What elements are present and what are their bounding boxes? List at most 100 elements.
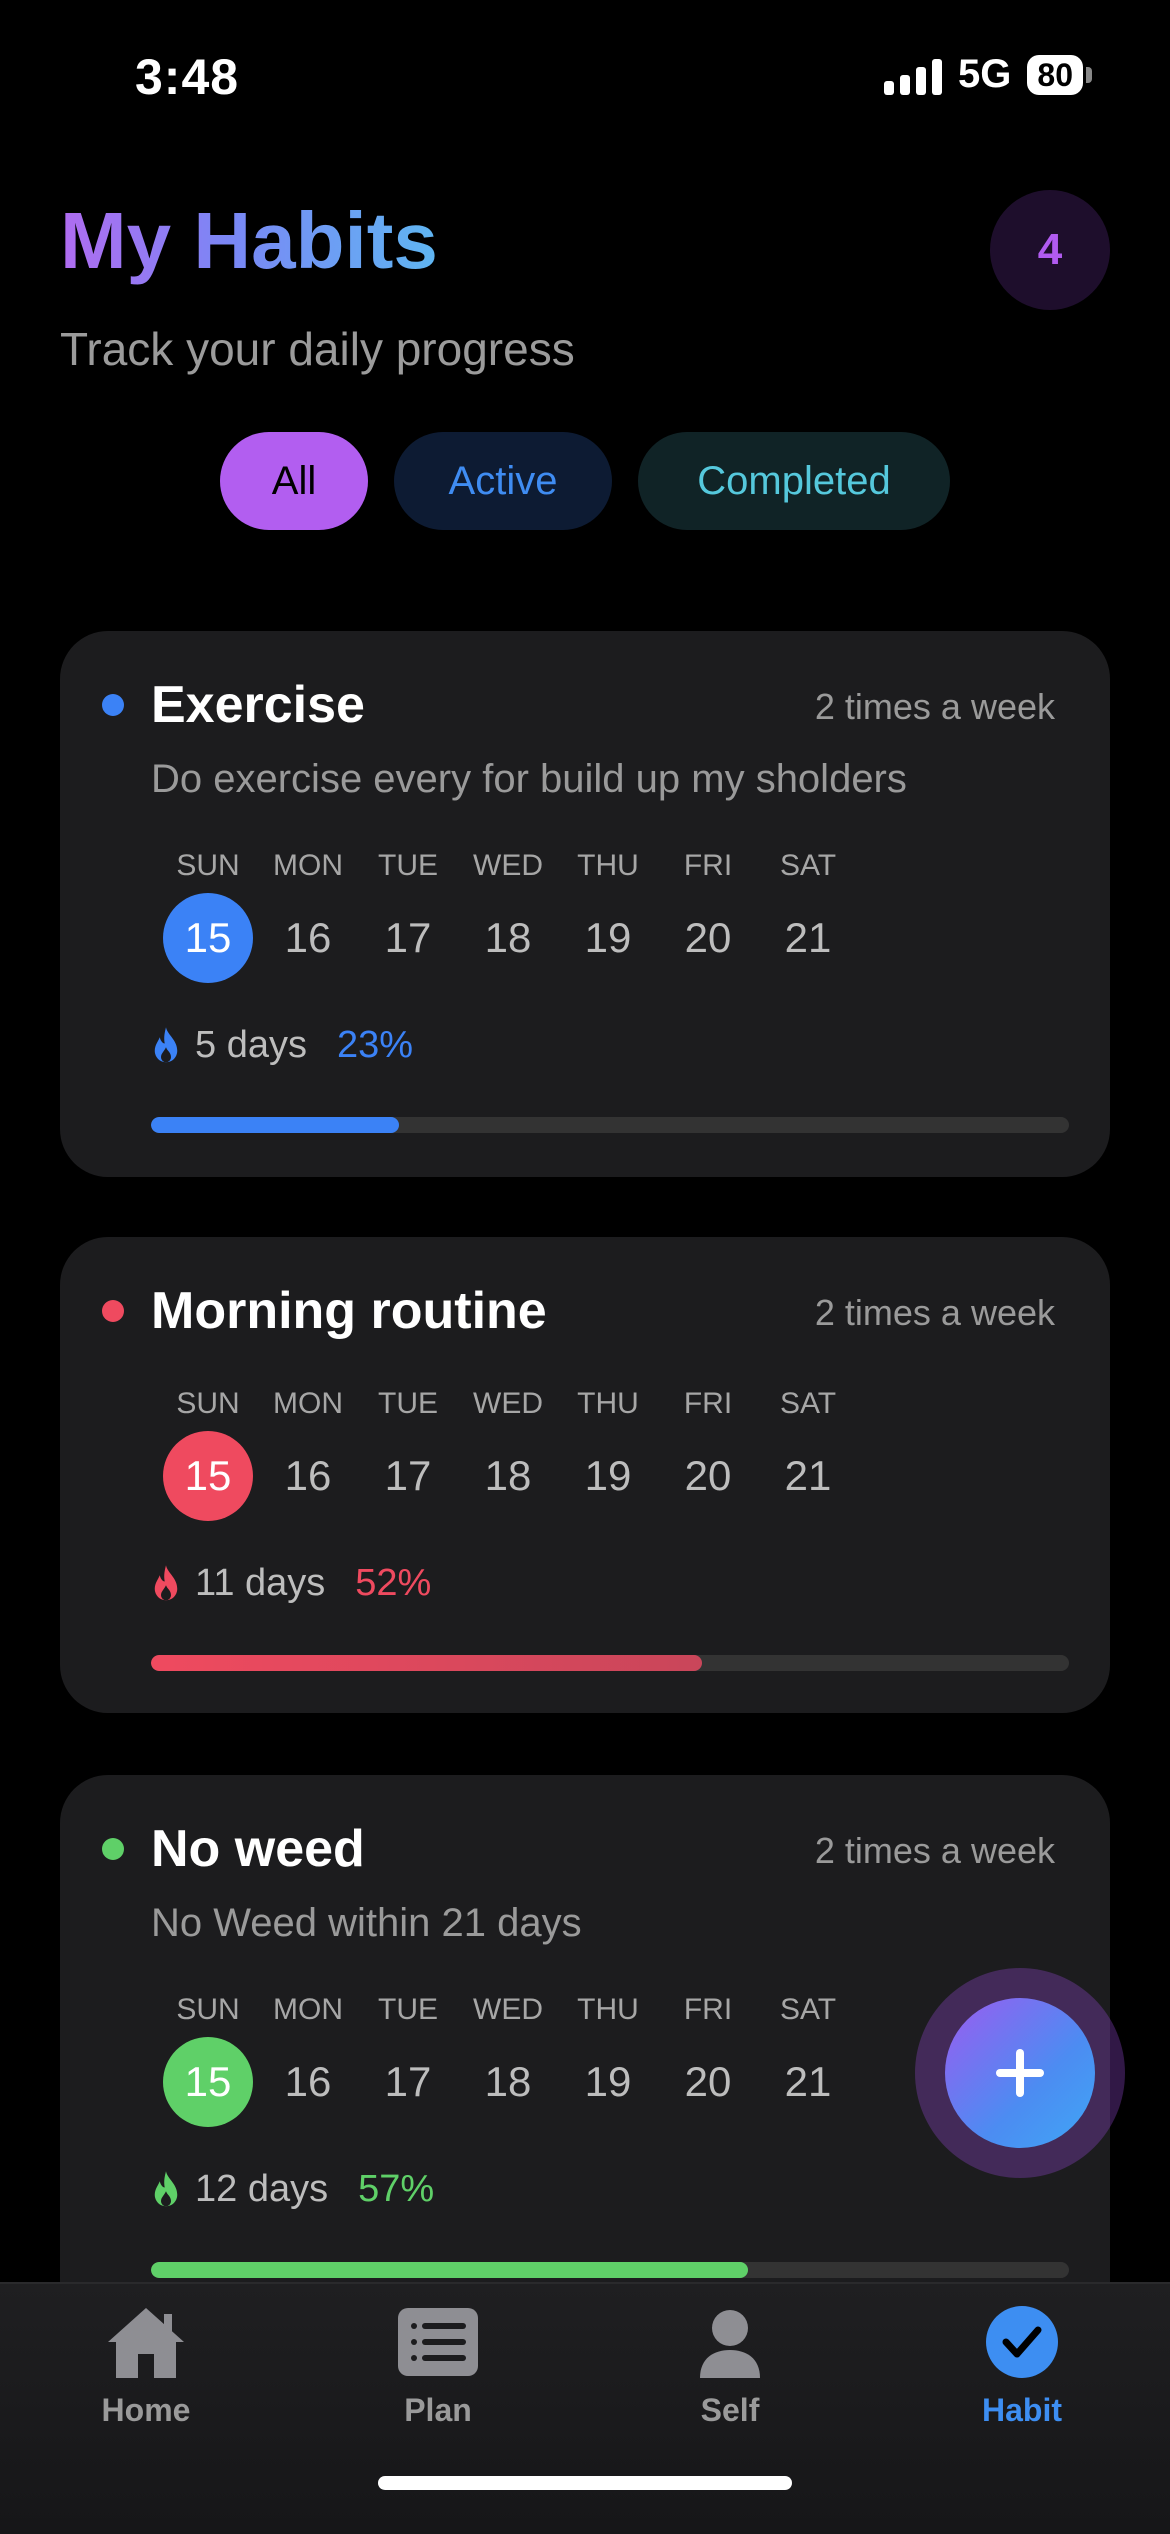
- habit-description: No Weed within 21 days: [151, 1901, 582, 1945]
- day-sat[interactable]: SAT 21: [751, 1387, 865, 1521]
- percent-label: 52%: [355, 1562, 432, 1604]
- habit-stats: 5 days 23%: [151, 1024, 413, 1067]
- progress-track: [151, 1117, 1069, 1133]
- habit-color-dot: [102, 694, 124, 716]
- day-sat[interactable]: SAT 21: [751, 1993, 865, 2127]
- day-number: 20: [684, 2058, 732, 2105]
- habit-card-morning-routine[interactable]: Morning routine 2 times a week SUN 15 MON…: [60, 1237, 1110, 1713]
- day-thu[interactable]: THU 19: [551, 1993, 665, 2127]
- day-name: SUN: [176, 1387, 240, 1420]
- percent-label: 57%: [358, 2168, 435, 2210]
- flame-icon: [154, 1026, 178, 1062]
- tab-plan[interactable]: Plan: [338, 2302, 538, 2429]
- progress-fill: [151, 1117, 399, 1133]
- streak-label: 5 days: [195, 1024, 307, 1066]
- day-wed[interactable]: WED 18: [451, 1993, 565, 2127]
- filter-completed-button[interactable]: Completed: [638, 432, 950, 530]
- day-tue[interactable]: TUE 17: [351, 1993, 465, 2127]
- day-name: SUN: [176, 1993, 240, 2026]
- day-fri[interactable]: FRI 20: [651, 849, 765, 983]
- day-number: 20: [684, 1452, 732, 1499]
- progress-track: [151, 2262, 1069, 2278]
- day-name: SAT: [779, 1993, 837, 2026]
- day-name: THU: [577, 849, 639, 882]
- day-mon[interactable]: MON 16: [251, 1387, 365, 1521]
- day-tue[interactable]: TUE 17: [351, 849, 465, 983]
- day-thu[interactable]: THU 19: [551, 849, 665, 983]
- habit-description: Do exercise every for build up my sholde…: [151, 757, 907, 801]
- day-number: 16: [284, 1452, 332, 1499]
- day-number: 18: [484, 914, 532, 961]
- day-mon[interactable]: MON 16: [251, 1993, 365, 2127]
- day-name: WED: [473, 1993, 543, 2026]
- day-sun[interactable]: SUN 15: [151, 849, 265, 983]
- tab-label: Plan: [404, 2392, 472, 2428]
- habit-title: Morning routine: [151, 1282, 547, 1340]
- tab-label: Habit: [982, 2392, 1062, 2428]
- week-strip: SUN 15 MON 16 TUE 17 WED 18 THU 19 FRI 20 SAT 2…: [151, 1387, 865, 1521]
- day-name: SAT: [779, 1387, 837, 1420]
- progress-track: [151, 1655, 1069, 1671]
- day-mon[interactable]: MON 16: [251, 849, 365, 983]
- battery-level: 80: [1027, 54, 1083, 95]
- day-number-selected: 15: [163, 1431, 253, 1521]
- week-strip: SUN 15 MON 16 TUE 17 WED 18 THU 19 FRI 20 SAT 2…: [151, 1993, 865, 2127]
- tab-self[interactable]: Self: [630, 2302, 830, 2429]
- filter-bar: All Active Completed: [0, 432, 1170, 530]
- day-sat[interactable]: SAT 21: [751, 849, 865, 983]
- day-number: 20: [684, 914, 732, 961]
- habit-frequency: 2 times a week: [814, 686, 1055, 727]
- progress-fill: [151, 2262, 748, 2278]
- tab-home[interactable]: Home: [46, 2302, 246, 2429]
- habit-count-badge[interactable]: 4: [990, 190, 1110, 310]
- day-name: SUN: [176, 849, 240, 882]
- day-name: THU: [577, 1387, 639, 1420]
- add-habit-button[interactable]: [945, 1998, 1095, 2148]
- day-sun[interactable]: SUN 15: [151, 1993, 265, 2127]
- day-name: FRI: [683, 1993, 733, 2026]
- person-icon: [700, 2310, 760, 2378]
- day-sun[interactable]: SUN 15: [151, 1387, 265, 1521]
- filter-active-button[interactable]: Active: [394, 432, 612, 530]
- day-wed[interactable]: WED 18: [451, 849, 565, 983]
- habit-card-exercise[interactable]: Exercise 2 times a week Do exercise ever…: [60, 631, 1110, 1177]
- day-name: MON: [273, 1387, 343, 1420]
- day-tue[interactable]: TUE 17: [351, 1387, 465, 1521]
- day-number: 21: [784, 1452, 832, 1499]
- day-fri[interactable]: FRI 20: [651, 1993, 765, 2127]
- habit-color-dot: [102, 1300, 124, 1322]
- status-indicators: 5G 80: [884, 52, 1092, 97]
- day-number: 18: [484, 1452, 532, 1499]
- tab-habit[interactable]: Habit: [922, 2302, 1122, 2429]
- habit-stats: 12 days 57%: [151, 2168, 434, 2211]
- day-name: WED: [473, 849, 543, 882]
- day-name: MON: [273, 849, 343, 882]
- battery-icon: 80: [1027, 54, 1092, 95]
- list-icon: [398, 2308, 478, 2376]
- day-number-selected: 15: [163, 893, 253, 983]
- day-name: FRI: [683, 849, 733, 882]
- check-circle-icon: [986, 2306, 1058, 2378]
- day-wed[interactable]: WED 18: [451, 1387, 565, 1521]
- streak-label: 11 days: [195, 1562, 326, 1604]
- progress-fill: [151, 1655, 702, 1671]
- day-name: WED: [473, 1387, 543, 1420]
- day-number: 18: [484, 2058, 532, 2105]
- day-thu[interactable]: THU 19: [551, 1387, 665, 1521]
- tab-label: Home: [101, 2392, 191, 2428]
- day-number: 19: [584, 914, 632, 961]
- day-number: 21: [784, 914, 832, 961]
- day-number: 17: [384, 2058, 432, 2105]
- percent-label: 23%: [336, 1024, 414, 1066]
- filter-all-button[interactable]: All: [220, 432, 368, 530]
- day-number: 19: [584, 2058, 632, 2105]
- day-number-selected: 15: [163, 2037, 253, 2127]
- day-name: MON: [273, 1993, 343, 2026]
- home-icon: [108, 2308, 184, 2378]
- habit-frequency: 2 times a week: [814, 1292, 1055, 1333]
- flame-icon: [154, 1564, 178, 1600]
- day-name: SAT: [779, 849, 837, 882]
- day-number: 16: [284, 914, 332, 961]
- day-fri[interactable]: FRI 20: [651, 1387, 765, 1521]
- streak-label: 12 days: [195, 2168, 329, 2210]
